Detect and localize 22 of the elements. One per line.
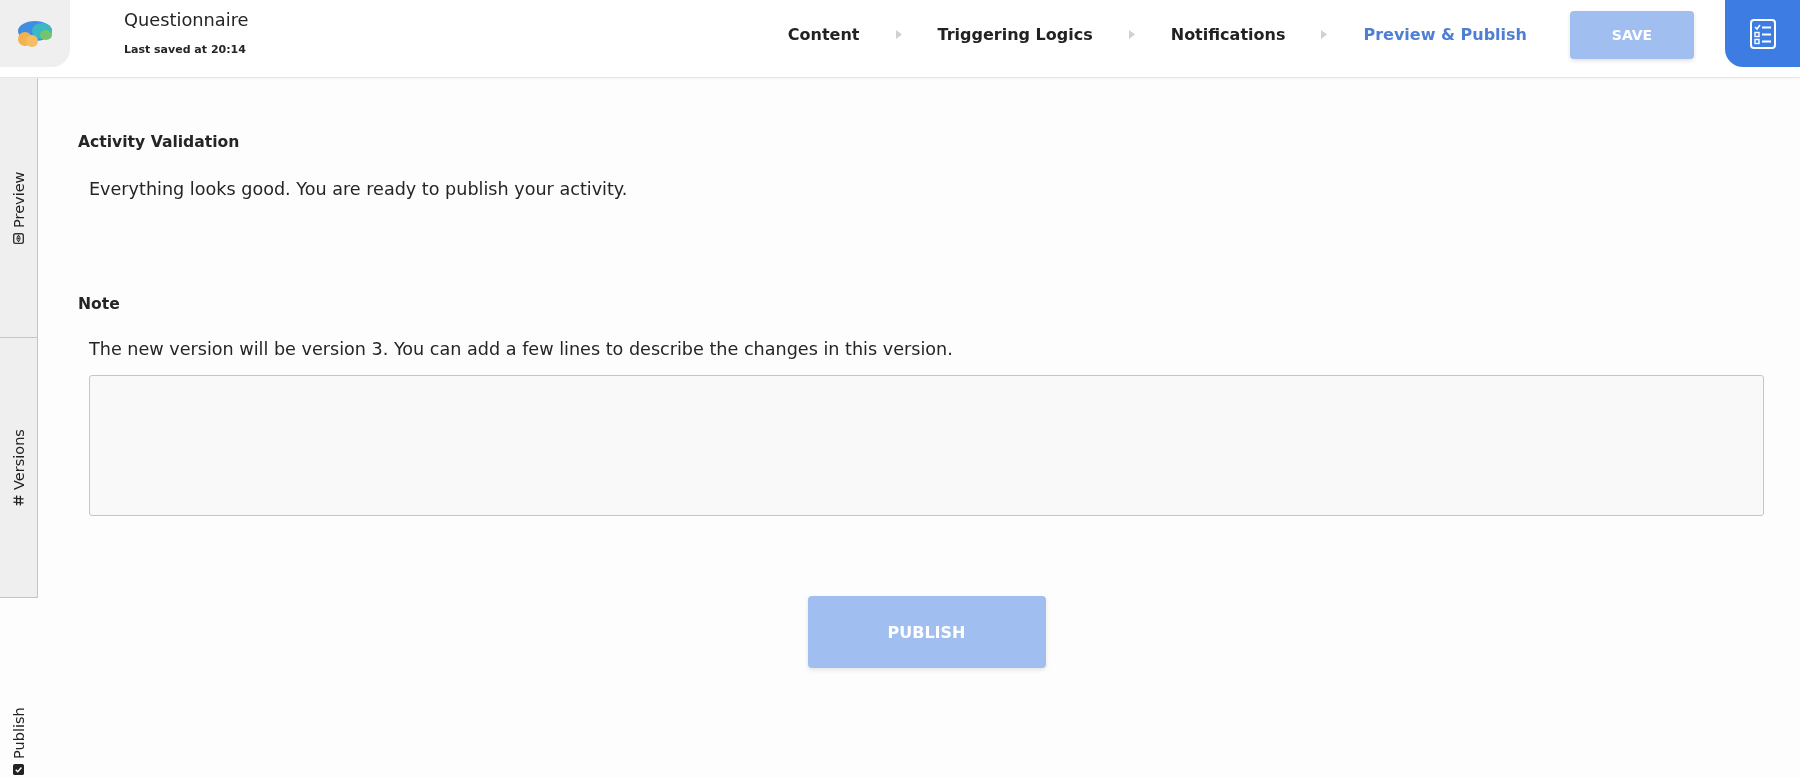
step-tab[interactable]: Triggering Logics <box>937 25 1093 44</box>
activity-title: Questionnaire <box>124 8 249 32</box>
checklist-button[interactable] <box>1725 0 1800 67</box>
brain-icon <box>17 19 53 48</box>
step-tab[interactable]: Content <box>787 25 860 44</box>
note-field[interactable] <box>89 375 1764 516</box>
note-description: The new version will be version 3. You can add a few lines to describe the changes in this version. <box>89 339 953 359</box>
eye-icon <box>13 232 24 244</box>
step-tab[interactable]: Notifications <box>1170 25 1286 44</box>
side-tab[interactable]: Preview <box>0 78 38 338</box>
step-tab[interactable]: Preview & Publish <box>1363 25 1527 44</box>
chevron-icon <box>1128 30 1135 39</box>
validation-message: Everything looks good. You are ready to publish your activity. <box>89 179 628 199</box>
side-tab[interactable]: Versions <box>0 338 38 598</box>
note-heading: Note <box>78 294 120 314</box>
chevron-icon <box>1321 30 1328 39</box>
hash-icon <box>13 494 24 506</box>
validation-heading: Activity Validation <box>78 132 240 152</box>
checklist-icon <box>1749 18 1776 49</box>
check-square-icon <box>13 764 24 775</box>
last-saved-text: Last saved at 20:14 <box>124 42 246 58</box>
chevron-icon <box>895 30 902 39</box>
